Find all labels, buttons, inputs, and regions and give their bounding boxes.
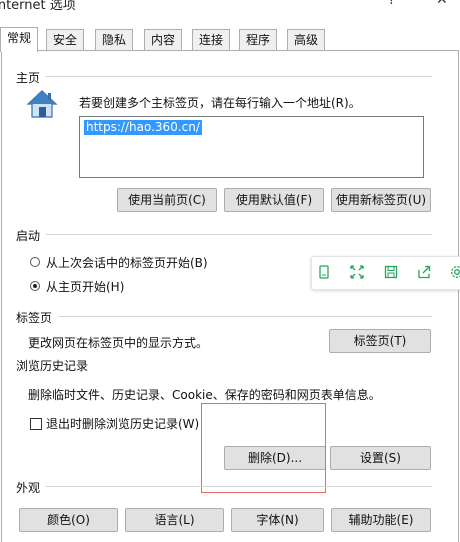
delete-on-exit-label: 退出时删除浏览历史记录(W) [46, 417, 200, 431]
tabs-description: 更改网页在标签页中的显示方式。 [28, 336, 209, 350]
history-settings-button[interactable]: 设置(S) [330, 446, 431, 470]
use-default-button[interactable]: 使用默认值(F) [224, 188, 324, 212]
home-icon [26, 88, 58, 120]
tabs-divider [58, 316, 432, 317]
tab-advanced[interactable]: 高级 [287, 29, 326, 50]
radio-last-session[interactable] [30, 257, 40, 267]
startup-divider [46, 234, 432, 235]
tab-security[interactable]: 安全 [46, 29, 85, 50]
homepage-instruction: 若要创建多个主标签页，请在每行输入一个地址(R)。 [79, 96, 361, 110]
close-button[interactable]: ✕ [436, 0, 448, 8]
appearance-section-label: 外观 [16, 481, 41, 495]
annotation-highlight-box [201, 403, 326, 493]
save-icon[interactable] [384, 265, 398, 279]
homepage-divider [46, 76, 432, 77]
title-bar: Internet 选项 ? ✕ [0, 0, 460, 22]
option-last-session-label: 从上次会话中的标签页开始(B) [46, 256, 208, 270]
share-icon[interactable] [417, 265, 431, 279]
help-button[interactable]: ? [388, 0, 395, 8]
tab-general[interactable]: 常规 [0, 27, 39, 52]
option-homepage-label: 从主页开始(H) [46, 280, 125, 294]
appearance-divider [46, 486, 432, 487]
floating-toolbar [311, 256, 460, 290]
homepage-section-label: 主页 [16, 71, 41, 85]
delete-on-exit-checkbox[interactable] [30, 418, 42, 430]
tab-content[interactable]: 内容 [144, 29, 183, 50]
tab-programs[interactable]: 程序 [239, 29, 278, 50]
accessibility-button[interactable]: 辅助功能(E) [331, 508, 431, 532]
radio-homepage[interactable] [30, 281, 40, 291]
window-title: Internet 选项 [0, 0, 76, 13]
use-new-tab-button[interactable]: 使用新标签页(U) [331, 188, 431, 212]
history-section-label: 浏览历史记录 [16, 359, 89, 373]
homepage-url-textarea[interactable]: https://hao.360.cn/ [79, 116, 424, 178]
colors-button[interactable]: 颜色(O) [19, 508, 118, 532]
languages-button[interactable]: 语言(L) [125, 508, 224, 532]
fonts-button[interactable]: 字体(N) [231, 508, 324, 532]
tab-strip: 常规 安全 隐私 内容 连接 程序 高级 [0, 27, 460, 52]
tabs-section-label: 标签页 [16, 311, 53, 325]
homepage-url-value: https://hao.360.cn/ [84, 120, 202, 135]
tab-privacy[interactable]: 隐私 [95, 29, 134, 50]
tab-connections[interactable]: 连接 [192, 29, 231, 50]
tablet-icon[interactable] [317, 265, 331, 279]
expand-icon[interactable] [350, 265, 364, 279]
startup-section-label: 启动 [16, 229, 41, 243]
settings-icon[interactable] [450, 265, 460, 279]
tabs-settings-button[interactable]: 标签页(T) [329, 329, 431, 353]
use-current-button[interactable]: 使用当前页(C) [117, 188, 217, 212]
history-description: 删除临时文件、历史记录、Cookie、保存的密码和网页表单信息。 [28, 388, 381, 402]
